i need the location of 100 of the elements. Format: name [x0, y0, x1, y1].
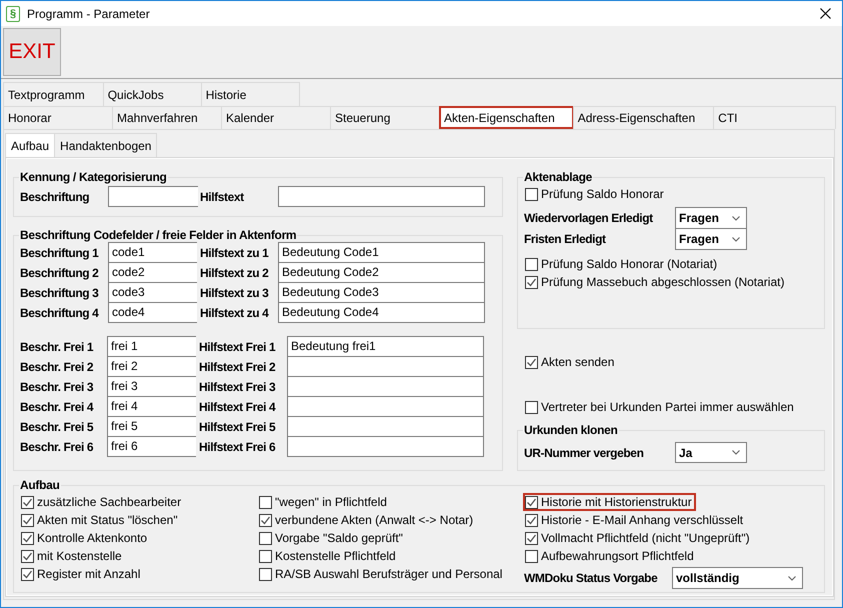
- close-icon[interactable]: [820, 8, 831, 19]
- group-title: Aufbau: [19, 478, 61, 492]
- tab[interactable]: Historie: [200, 82, 300, 106]
- dropdown[interactable]: Ja: [675, 442, 747, 463]
- checkbox[interactable]: [21, 514, 34, 526]
- checkbox[interactable]: [525, 276, 538, 288]
- checkbox-option[interactable]: mit Kostenstelle: [21, 549, 124, 563]
- text-field[interactable]: [287, 436, 484, 457]
- field-label: Beschr. Frei 4: [20, 400, 94, 414]
- checkbox[interactable]: [525, 496, 538, 508]
- tab[interactable]: CTI: [713, 106, 836, 129]
- checkbox[interactable]: [525, 532, 538, 544]
- field-label: Hilfstext zu 4: [199, 306, 270, 320]
- checkbox[interactable]: [259, 514, 272, 526]
- text-field[interactable]: [287, 416, 484, 437]
- text-field[interactable]: [108, 186, 198, 207]
- dropdown[interactable]: Fragen: [675, 207, 747, 229]
- field-label: Beschriftung 3: [20, 286, 100, 300]
- tab[interactable]: Akten-Eigenschaften: [439, 106, 574, 129]
- checkbox[interactable]: [21, 550, 34, 562]
- field-label: Beschr. Frei 2: [20, 360, 94, 374]
- field-label: Hilfstext Frei 1: [198, 340, 276, 354]
- field-label: Hilfstext zu 3: [199, 286, 270, 300]
- checkbox[interactable]: [21, 568, 34, 580]
- field-label: Beschriftung 2: [20, 266, 100, 280]
- caret-icon: [732, 450, 740, 455]
- field-label: Beschriftung 4: [20, 306, 100, 320]
- text-field[interactable]: [278, 186, 485, 207]
- checkbox-option[interactable]: Kostenstelle Pflichtfeld: [259, 549, 398, 563]
- field-label: Hilfstext Frei 6: [198, 440, 276, 454]
- text-field[interactable]: Bedeutung frei1: [287, 336, 484, 357]
- checkbox[interactable]: [525, 188, 538, 200]
- dropdown[interactable]: Fragen: [675, 228, 747, 250]
- checkbox[interactable]: [525, 550, 538, 562]
- group-title: Urkunden klonen: [523, 423, 619, 437]
- tab[interactable]: Aufbau: [5, 133, 56, 157]
- text-field[interactable]: frei 3: [107, 376, 196, 397]
- field-label: Beschriftung: [20, 190, 90, 204]
- checkbox[interactable]: [259, 532, 272, 544]
- tab[interactable]: Textprogramm: [3, 82, 104, 106]
- checkbox-option[interactable]: "wegen" in Pflichtfeld: [259, 495, 389, 509]
- checkbox[interactable]: [525, 258, 538, 270]
- text-field[interactable]: frei 6: [107, 436, 196, 457]
- text-field[interactable]: code2: [108, 262, 197, 283]
- caret-icon: [732, 216, 740, 220]
- checkbox-option[interactable]: RA/SB Auswahl Berufsträger und Personal: [259, 567, 504, 581]
- checkbox-option[interactable]: Aufbewahrungsort Pflichtfeld: [525, 549, 696, 563]
- text-field[interactable]: code1: [108, 242, 197, 263]
- checkbox-option[interactable]: Historie - E-Mail Anhang verschlüsselt: [525, 513, 746, 527]
- field-label: Beschriftung 1: [20, 246, 100, 260]
- checkbox[interactable]: [525, 356, 538, 368]
- checkbox-option[interactable]: Akten mit Status "löschen": [21, 513, 180, 527]
- text-field[interactable]: Bedeutung Code4: [278, 302, 485, 323]
- checkbox[interactable]: [259, 496, 272, 508]
- exit-button[interactable]: EXIT: [3, 28, 61, 76]
- text-field[interactable]: [287, 356, 484, 377]
- checkbox-option[interactable]: Kontrolle Aktenkonto: [21, 531, 150, 545]
- text-field[interactable]: frei 5: [107, 416, 196, 437]
- checkbox-option[interactable]: Prüfung Saldo Honorar (Notariat): [525, 257, 720, 271]
- checkbox-option[interactable]: Register mit Anzahl: [21, 567, 142, 581]
- checkbox-option[interactable]: verbundene Akten (Anwalt <-> Notar): [259, 513, 476, 527]
- text-field[interactable]: [287, 376, 484, 397]
- checkbox[interactable]: [21, 496, 34, 508]
- checkbox-option[interactable]: Prüfung Massebuch abgeschlossen (Notariat): [525, 275, 786, 289]
- text-field[interactable]: Bedeutung Code2: [278, 262, 485, 283]
- field-label: Hilfstext zu 2: [199, 266, 270, 280]
- field-label: WMDoku Status Vorgabe: [524, 571, 658, 585]
- field-label: Beschr. Frei 6: [20, 440, 94, 454]
- caret-icon: [732, 236, 740, 242]
- checkbox-option[interactable]: Historie mit Historienstruktur: [525, 495, 694, 509]
- checkbox-option[interactable]: Vertreter bei Urkunden Partei immer auswählen: [525, 400, 796, 414]
- tab[interactable]: Handaktenbogen: [54, 133, 158, 157]
- checkbox[interactable]: [259, 550, 272, 562]
- text-field[interactable]: frei 4: [107, 396, 196, 417]
- tab[interactable]: Adress-Eigenschaften: [572, 106, 714, 129]
- checkbox-option[interactable]: Prüfung Saldo Honorar: [525, 187, 666, 201]
- field-label: Beschr. Frei 3: [20, 380, 94, 394]
- checkbox-option[interactable]: Vollmacht Pflichtfeld (nicht "Ungeprüft"): [525, 531, 752, 545]
- app-icon: §: [6, 6, 20, 22]
- checkbox[interactable]: [525, 400, 538, 414]
- window-title: Programm - Parameter: [27, 6, 150, 20]
- checkbox[interactable]: [21, 532, 34, 544]
- checkbox-option[interactable]: Vorgabe "Saldo geprüft": [259, 531, 405, 545]
- text-field[interactable]: Bedeutung Code3: [278, 282, 485, 303]
- checkbox-option[interactable]: Akten senden: [525, 355, 616, 369]
- text-field[interactable]: Bedeutung Code1: [278, 242, 485, 263]
- text-field[interactable]: frei 2: [107, 356, 196, 377]
- text-field[interactable]: [287, 396, 484, 417]
- dropdown[interactable]: vollständig: [672, 567, 803, 589]
- field-label: UR-Nummer vergeben: [524, 446, 644, 460]
- text-field[interactable]: frei 1: [107, 336, 196, 357]
- checkbox[interactable]: [259, 568, 272, 580]
- tab[interactable]: Honorar: [3, 106, 113, 129]
- text-field[interactable]: code4: [108, 302, 197, 323]
- checkbox[interactable]: [525, 514, 538, 526]
- field-label: Fristen Erledigt: [524, 232, 607, 246]
- field-label: Wiedervorlagen Erledigt: [524, 211, 654, 225]
- checkbox-option[interactable]: zusätzliche Sachbearbeiter: [21, 495, 184, 509]
- field-label: Hilfstext Frei 3: [198, 380, 276, 394]
- text-field[interactable]: code3: [108, 282, 197, 303]
